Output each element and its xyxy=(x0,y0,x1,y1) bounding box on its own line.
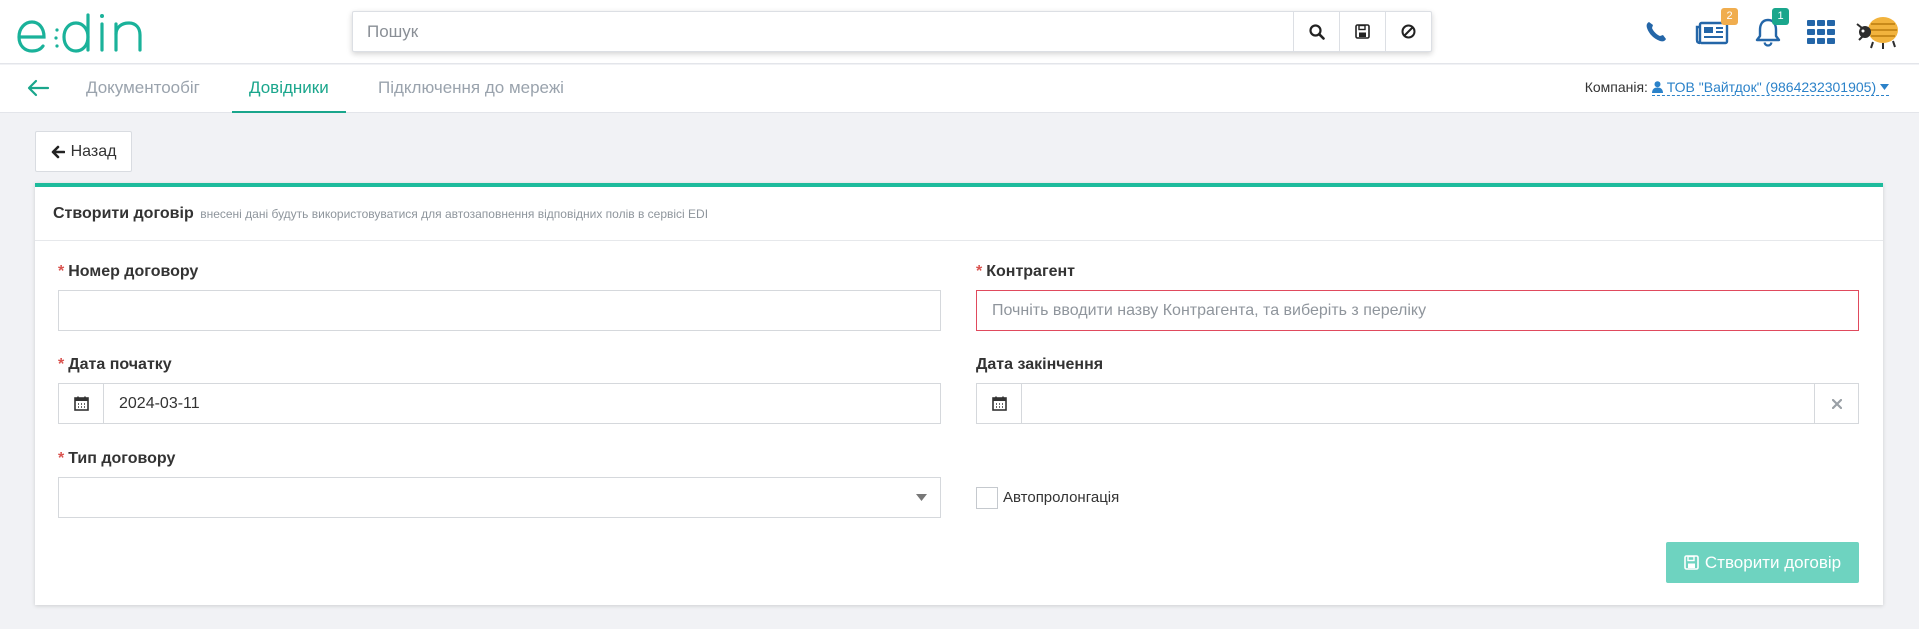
auto-prolongation-checkbox[interactable] xyxy=(976,487,998,509)
user-avatar[interactable] xyxy=(1853,10,1901,52)
auto-prolongation-label: Автопролонгація xyxy=(1003,489,1120,506)
back-button[interactable]: Назад xyxy=(35,131,132,172)
create-contract-panel: Створити договір внесені дані будуть вик… xyxy=(35,183,1883,605)
edin-logo[interactable] xyxy=(16,10,162,56)
news-button[interactable]: 2 xyxy=(1694,8,1738,50)
start-date-input[interactable]: 2024-03-11 xyxy=(58,383,941,424)
caret-down-icon xyxy=(1880,84,1889,90)
contract-number-input[interactable] xyxy=(58,290,941,331)
calendar-icon xyxy=(73,396,89,411)
tab-network-connection[interactable]: Підключення до мережі xyxy=(361,65,581,113)
counterparty-label: * Контрагент xyxy=(976,263,1076,280)
company-name: ТОВ "Вайтдок" (9864232301905) xyxy=(1666,79,1877,95)
secondary-nav: Документообіг Довідники Підключення до м… xyxy=(0,65,1919,113)
floppy-icon xyxy=(1684,555,1699,570)
create-contract-label: Створити договір xyxy=(1704,552,1842,572)
panel-subtitle: внесені дані будуть використовуватися дл… xyxy=(200,207,709,221)
end-date-input[interactable] xyxy=(976,383,1859,424)
clear-icon xyxy=(1831,398,1842,409)
arrow-left-icon xyxy=(51,145,65,158)
search-input[interactable] xyxy=(353,12,1293,51)
create-contract-button[interactable]: Створити договір xyxy=(1666,542,1859,583)
required-marker: * xyxy=(976,263,983,280)
apps-grid-icon xyxy=(1807,20,1835,44)
phone-button[interactable] xyxy=(1641,14,1671,50)
start-date-label: * Дата початку xyxy=(58,356,172,373)
apps-menu-button[interactable] xyxy=(1805,14,1837,50)
save-icon xyxy=(1355,24,1370,39)
search-bar xyxy=(352,11,1432,52)
contract-type-label: * Тип договору xyxy=(58,450,176,467)
clear-search-button[interactable] xyxy=(1385,12,1431,51)
end-date-clear-button[interactable] xyxy=(1814,384,1858,423)
phone-icon xyxy=(1646,22,1666,42)
contract-type-select[interactable] xyxy=(58,477,941,518)
caret-down-icon xyxy=(916,494,927,501)
start-date-calendar-button[interactable] xyxy=(59,384,104,423)
counterparty-input[interactable]: Почніть вводити назву Контрагента, та ви… xyxy=(976,290,1859,331)
search-icon xyxy=(1308,23,1325,40)
back-button-label: Назад xyxy=(70,142,117,160)
panel-title: Створити договір xyxy=(53,205,194,222)
arrow-left-icon xyxy=(27,79,50,97)
nav-back-button[interactable] xyxy=(26,77,52,101)
counterparty-placeholder: Почніть вводити назву Контрагента, та ви… xyxy=(992,301,1427,319)
end-date-calendar-button[interactable] xyxy=(977,384,1022,423)
tab-directories[interactable]: Довідники xyxy=(232,65,346,113)
company-dropdown[interactable]: ТОВ "Вайтдок" (9864232301905) xyxy=(1651,79,1889,96)
contract-number-label: * Номер договору xyxy=(58,263,199,280)
news-badge: 2 xyxy=(1721,8,1738,25)
save-search-button[interactable] xyxy=(1339,12,1385,51)
top-header: 2 1 xyxy=(0,0,1919,64)
company-label: Компанія: xyxy=(1584,79,1648,95)
ban-icon xyxy=(1401,24,1416,39)
user-icon xyxy=(1651,81,1663,93)
required-marker: * xyxy=(58,450,65,467)
start-date-value: 2024-03-11 xyxy=(119,394,200,412)
calendar-icon xyxy=(991,396,1007,411)
notifications-badge: 1 xyxy=(1772,8,1789,25)
tab-document-flow[interactable]: Документообіг xyxy=(69,65,217,113)
notifications-button[interactable]: 1 xyxy=(1753,8,1789,50)
required-marker: * xyxy=(58,356,65,373)
search-button[interactable] xyxy=(1293,12,1339,51)
end-date-label: Дата закінчення xyxy=(976,356,1104,373)
panel-header: Створити договір внесені дані будуть вик… xyxy=(35,187,1883,241)
required-marker: * xyxy=(58,263,65,280)
company-selector: Компанія: ТОВ "Вайтдок" (9864232301905) xyxy=(1584,79,1889,96)
